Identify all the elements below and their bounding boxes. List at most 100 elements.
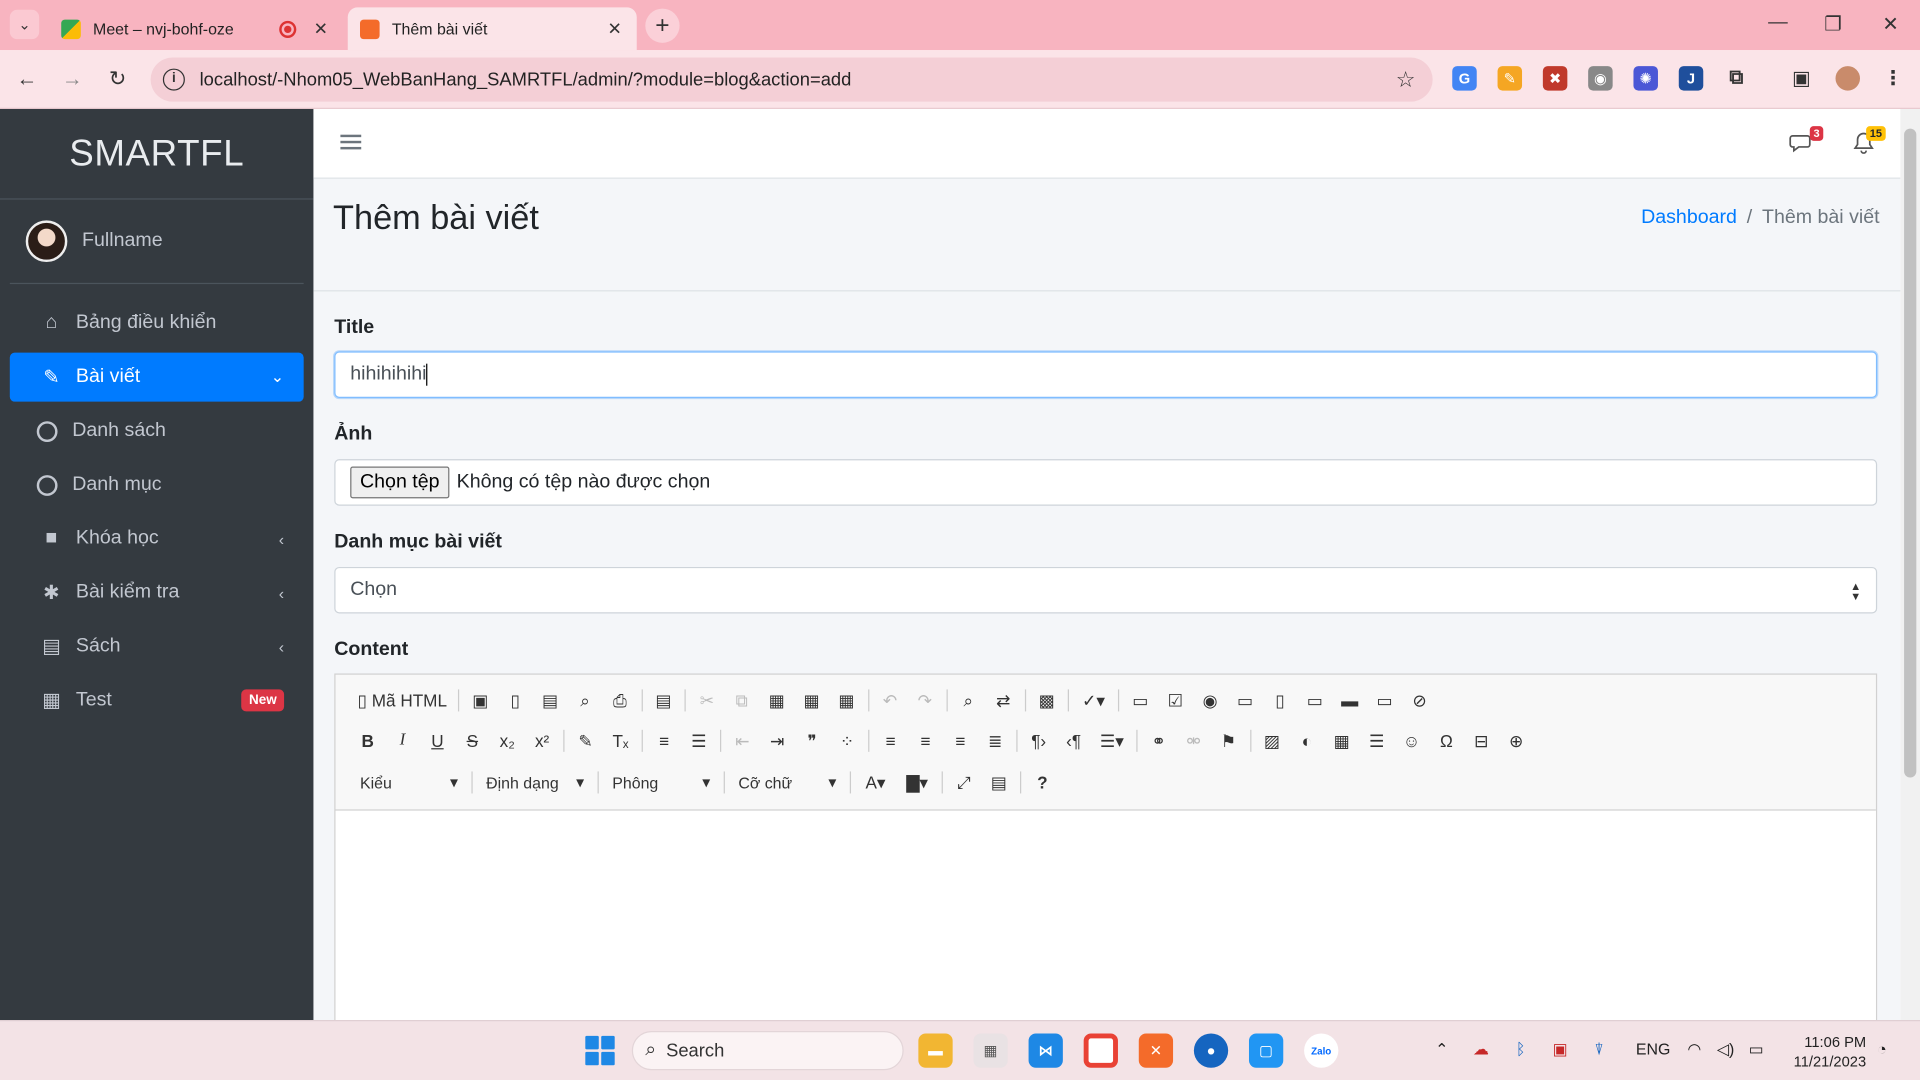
templates-icon[interactable]: ▤ — [646, 686, 681, 715]
remove-format-icon[interactable]: Tₓ — [603, 726, 638, 755]
zalo-icon[interactable]: Zalo — [1304, 1033, 1339, 1068]
page-break-icon[interactable]: ⊟ — [1464, 726, 1499, 755]
font-combo[interactable]: Phông ▾ — [602, 768, 720, 797]
checkbox-icon[interactable]: ☑ — [1158, 686, 1193, 715]
flash-icon[interactable]: ◐ — [1289, 726, 1324, 755]
sidebar-item-list[interactable]: Danh sách — [10, 407, 304, 456]
app-extension-icon[interactable]: J — [1678, 66, 1704, 91]
sidebar-item-dashboard[interactable]: ⌂ Bảng điều khiển — [10, 299, 304, 348]
anchor-flag-icon[interactable]: ⚑ — [1211, 726, 1246, 755]
address-bar[interactable]: i localhost/-Nhom05_WebBanHang_SAMRTFL/a… — [150, 57, 1433, 102]
tab-add-post[interactable]: Thêm bài viết ✕ — [347, 7, 637, 51]
profile-avatar-icon[interactable] — [1835, 66, 1861, 91]
microphone-icon[interactable]: ⍒ — [1594, 1040, 1604, 1060]
close-tab-icon[interactable]: ✕ — [311, 18, 331, 39]
language-icon[interactable]: ☰▾ — [1091, 726, 1133, 755]
bluetooth-icon[interactable]: ᛒ — [1516, 1040, 1526, 1058]
radio-icon[interactable]: ◉ — [1193, 686, 1228, 715]
minimize-icon[interactable]: — — [1766, 12, 1790, 34]
bulleted-list-icon[interactable]: ☰ — [681, 726, 716, 755]
ltr-icon[interactable]: ¶› — [1021, 726, 1056, 755]
reload-icon[interactable]: ↻ — [103, 65, 132, 94]
maps-icon[interactable]: ● — [1193, 1033, 1229, 1068]
special-char-icon[interactable]: Ω — [1429, 726, 1464, 755]
color-picker-extension-icon[interactable]: ✎ — [1497, 66, 1523, 91]
select-all-icon[interactable]: ▩ — [1029, 686, 1064, 715]
translate-extension-icon[interactable]: G — [1452, 66, 1477, 91]
messages-button[interactable]: 3 — [1789, 126, 1824, 158]
tray-app-icon[interactable]: ▣ — [1553, 1040, 1568, 1060]
chrome-icon[interactable] — [1083, 1033, 1118, 1068]
wifi-icon[interactable]: ◠ — [1687, 1040, 1701, 1060]
breadcrumb-dashboard-link[interactable]: Dashboard — [1641, 207, 1737, 228]
sidebar-item-category[interactable]: Danh mục — [10, 460, 304, 509]
notifications-button[interactable]: 15 — [1851, 126, 1886, 158]
notification-bell-icon[interactable]: ◔ — [1877, 1040, 1887, 1058]
taskbar-app-icon[interactable]: ▦ — [973, 1033, 1008, 1068]
paste-word-icon[interactable]: ▦ — [829, 686, 864, 715]
size-combo[interactable]: Cỡ chữ ▾ — [729, 768, 847, 797]
show-blocks-icon[interactable]: ▤ — [981, 768, 1016, 797]
justify-icon[interactable]: ≣ — [978, 726, 1013, 755]
hidden-field-icon[interactable]: ⊘ — [1402, 686, 1437, 715]
sidebar-item-courses[interactable]: ■ Khóa học ‹ — [10, 514, 304, 563]
choose-file-button[interactable]: Chọn tệp — [350, 466, 450, 499]
brand-logo[interactable]: SMARTFL — [0, 109, 314, 200]
div-container-icon[interactable]: ⁘ — [830, 726, 865, 755]
site-info-icon[interactable]: i — [162, 68, 185, 91]
undo-icon[interactable]: ↶ — [873, 686, 908, 715]
cut-icon[interactable]: ✂ — [689, 686, 724, 715]
scrollbar-thumb[interactable] — [1904, 128, 1917, 778]
copy-format-icon[interactable]: ✎ — [568, 726, 603, 755]
file-explorer-icon[interactable]: ▬ — [918, 1033, 953, 1068]
italic-icon[interactable]: I — [385, 726, 420, 755]
extensions-puzzle-icon[interactable]: ⧉ — [1724, 66, 1748, 90]
copy-icon[interactable]: ⧉ — [724, 686, 759, 715]
onedrive-icon[interactable]: ☁ — [1473, 1040, 1489, 1060]
vscode-icon[interactable]: ⋈ — [1028, 1033, 1063, 1068]
sparkle-extension-icon[interactable]: ✺ — [1633, 66, 1658, 91]
forward-icon[interactable]: → — [58, 65, 87, 94]
iframe-icon[interactable]: ⊕ — [1499, 726, 1534, 755]
sidebar-item-books[interactable]: ▤ Sách ‹ — [10, 622, 304, 671]
print-icon[interactable]: ⎙ — [603, 686, 638, 715]
tab-search-button[interactable]: ⌄ — [9, 9, 40, 40]
numbered-list-icon[interactable]: ≡ — [647, 726, 682, 755]
image-button-icon[interactable]: ▭ — [1367, 686, 1402, 715]
close-tab-icon[interactable]: ✕ — [605, 18, 625, 39]
taskbar-search[interactable]: ⌕ Search — [631, 1031, 904, 1071]
bookmark-star-icon[interactable]: ☆ — [1396, 67, 1416, 93]
menu-toggle-icon[interactable] — [340, 131, 362, 153]
select-field-icon[interactable]: ▭ — [1297, 686, 1332, 715]
maximize-icon[interactable]: ⤢ — [947, 768, 982, 797]
link-icon[interactable]: ⚭ — [1141, 726, 1176, 755]
title-input[interactable]: hihihihihi — [334, 351, 1878, 398]
xampp-icon[interactable]: ✕ — [1138, 1033, 1174, 1068]
paste-text-icon[interactable]: ▦ — [794, 686, 829, 715]
superscript-icon[interactable]: x² — [525, 726, 560, 755]
redo-icon[interactable]: ↷ — [907, 686, 942, 715]
outdent-icon[interactable]: ⇤ — [725, 726, 760, 755]
camera-extension-icon[interactable]: ◉ — [1588, 66, 1613, 91]
tab-meet[interactable]: Meet – nvj-bohf-oze ✕ — [49, 7, 343, 50]
background-color-icon[interactable]: ▇▾ — [896, 768, 938, 797]
bold-icon[interactable]: B — [350, 726, 385, 755]
align-left-icon[interactable]: ≡ — [873, 726, 908, 755]
form-icon[interactable]: ▭ — [1123, 686, 1158, 715]
page-scrollbar[interactable] — [1900, 108, 1920, 1021]
smiley-icon[interactable]: ☺ — [1394, 726, 1429, 755]
language-indicator[interactable]: ENG — [1636, 1040, 1670, 1058]
battery-icon[interactable]: ▭ — [1749, 1040, 1764, 1060]
textarea-icon[interactable]: ▯ — [1263, 686, 1298, 715]
table-icon[interactable]: ▦ — [1324, 726, 1359, 755]
tool-extension-icon[interactable]: ✖ — [1542, 66, 1568, 91]
close-window-icon[interactable]: ✕ — [1878, 12, 1902, 36]
button-field-icon[interactable]: ▬ — [1332, 686, 1367, 715]
restore-icon[interactable]: ❐ — [1821, 12, 1845, 36]
taskbar-clock[interactable]: 11:06 PM 11/21/2023 — [1788, 1032, 1866, 1071]
underline-icon[interactable]: U — [420, 726, 455, 755]
browser-menu-icon[interactable]: ⋮ — [1881, 66, 1905, 90]
subscript-icon[interactable]: x₂ — [490, 726, 525, 755]
export-pdf-icon[interactable]: ▤ — [533, 686, 568, 715]
editor-content-area[interactable] — [335, 809, 1876, 1043]
